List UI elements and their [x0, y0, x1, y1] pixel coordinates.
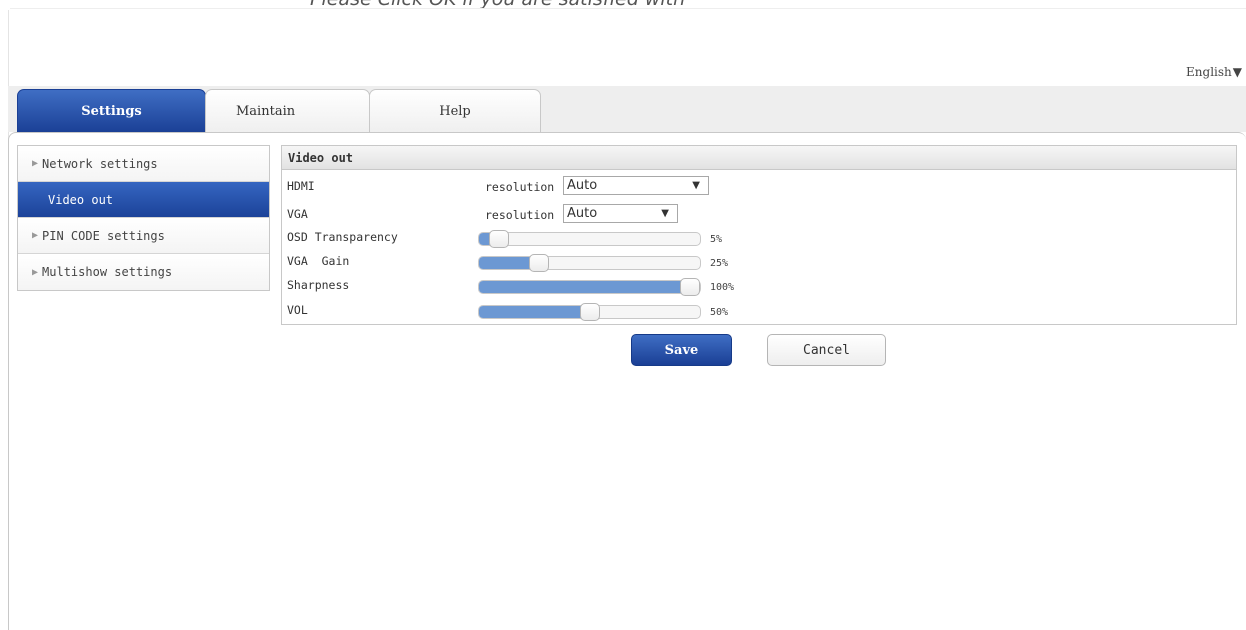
- vol-label: VOL: [287, 303, 308, 317]
- sharpness-slider[interactable]: [478, 278, 701, 296]
- vol-slider[interactable]: [478, 303, 701, 321]
- sidebar-item-label: Video out: [48, 192, 114, 207]
- language-selector[interactable]: English▼: [1186, 65, 1242, 79]
- triangle-right-icon: ▶: [32, 158, 39, 169]
- sidebar-item-multishow-settings[interactable]: ▶ Multishow settings: [18, 254, 269, 290]
- vga-resolution-select[interactable]: Auto ▼: [563, 204, 678, 223]
- hdmi-label: HDMI: [287, 179, 315, 193]
- hdmi-resolution-select[interactable]: Auto ▼: [563, 176, 709, 195]
- sharpness-value: 100%: [710, 282, 735, 293]
- vga-resolution-label: resolution: [485, 208, 555, 222]
- sharpness-row: Sharpness 100%: [282, 274, 1236, 298]
- vga-row: VGA resolution Auto ▼: [282, 203, 1236, 227]
- sidebar-item-label: Network settings: [42, 156, 158, 171]
- vga-resolution-value: Auto: [567, 206, 598, 221]
- vol-value: 50%: [710, 307, 729, 318]
- sidebar-item-pin-code-settings[interactable]: ▶ PIN CODE settings: [18, 218, 269, 254]
- slider-handle[interactable]: [489, 230, 510, 248]
- top-caption: Please Click OK if you are satisfied wit…: [310, 0, 830, 8]
- dropdown-arrow-icon: ▼: [692, 180, 700, 191]
- osd-transparency-slider[interactable]: [478, 230, 701, 248]
- sidebar-item-label: PIN CODE settings: [42, 228, 165, 243]
- osd-transparency-row: OSD Transparency 5%: [282, 226, 1236, 250]
- slider-fill: [479, 281, 690, 293]
- settings-sidebar: ▶ Network settings Video out ▶ PIN CODE …: [17, 145, 270, 291]
- tab-settings[interactable]: Settings: [17, 89, 206, 133]
- osd-transparency-value: 5%: [710, 234, 723, 245]
- vga-gain-slider[interactable]: [478, 254, 701, 272]
- sidebar-item-label: Multishow settings: [42, 265, 173, 279]
- sidebar-item-network-settings[interactable]: ▶ Network settings: [18, 146, 269, 182]
- tab-maintain[interactable]: Maintain: [205, 89, 370, 133]
- save-button[interactable]: Save: [631, 334, 732, 366]
- vga-label: VGA: [287, 207, 308, 221]
- cancel-button[interactable]: Cancel: [767, 334, 886, 366]
- vga-gain-row: VGA Gain 25%: [282, 250, 1236, 274]
- vga-gain-label: VGA Gain: [287, 254, 350, 268]
- vol-row: VOL 50%: [282, 299, 1236, 323]
- language-label: English: [1186, 65, 1232, 79]
- hdmi-resolution-value: Auto: [567, 178, 598, 193]
- hdmi-row: HDMI resolution Auto ▼: [282, 175, 1236, 199]
- triangle-right-icon: ▶: [32, 266, 39, 278]
- main-tab-bar: Settings Maintain Help: [8, 86, 1246, 133]
- panel-title: Video out: [282, 146, 1236, 170]
- osd-transparency-label: OSD Transparency: [287, 230, 398, 244]
- dropdown-arrow-icon: ▼: [661, 208, 669, 219]
- sidebar-item-video-out[interactable]: Video out: [18, 182, 269, 218]
- slider-fill: [479, 306, 590, 318]
- hdmi-resolution-label: resolution: [485, 180, 555, 194]
- triangle-right-icon: ▶: [32, 230, 39, 241]
- video-out-panel: Video out HDMI resolution Auto ▼ VGA res…: [281, 145, 1237, 325]
- vga-gain-value: 25%: [710, 258, 729, 269]
- tab-help[interactable]: Help: [369, 89, 541, 133]
- top-divider: [10, 8, 1246, 9]
- slider-handle[interactable]: [579, 303, 600, 321]
- slider-handle[interactable]: [680, 278, 700, 296]
- chevron-down-icon: ▼: [1232, 65, 1242, 79]
- slider-handle[interactable]: [529, 254, 550, 272]
- sharpness-label: Sharpness: [287, 278, 350, 292]
